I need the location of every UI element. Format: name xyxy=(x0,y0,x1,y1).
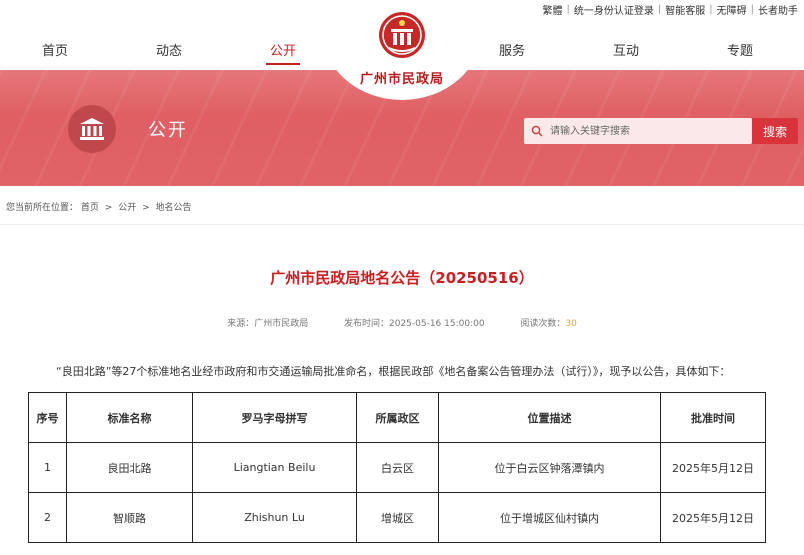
breadcrumb-place-name-notice[interactable]: 地名公告 xyxy=(156,203,192,213)
cell-index: 1 xyxy=(28,442,67,493)
views-count: 30 xyxy=(565,319,577,329)
search-input[interactable] xyxy=(550,120,740,142)
source-value: 广州市民政局 xyxy=(254,319,309,329)
cell-index: 2 xyxy=(28,492,67,543)
cell-standard-name: 良田北路 xyxy=(66,442,193,493)
source-label: 来源： xyxy=(227,319,255,329)
search-button[interactable]: 搜索 xyxy=(752,118,798,144)
divider: | xyxy=(566,4,570,15)
breadcrumb-separator: > xyxy=(104,203,113,213)
header-standard-name: 标准名称 xyxy=(66,392,193,443)
header-location: 位置描述 xyxy=(438,392,661,443)
unified-login-link[interactable]: 统一身份认证登录 xyxy=(574,2,654,17)
search-box[interactable] xyxy=(524,118,752,144)
nav-topics[interactable]: 专题 xyxy=(727,40,753,59)
nav-services[interactable]: 服务 xyxy=(499,40,525,59)
cell-approval-date: 2025年5月12日 xyxy=(660,492,766,543)
logo-title: 广州市民政局 xyxy=(359,72,444,87)
header-approval-date: 批准时间 xyxy=(660,392,766,443)
site-logo[interactable]: 广州市民政局 xyxy=(352,6,452,88)
breadcrumb-home[interactable]: 首页 xyxy=(81,203,99,213)
traditional-chinese-link[interactable]: 繁體 xyxy=(543,2,563,17)
divider: | xyxy=(657,4,662,15)
table-row: 1 良田北路 Liangtian Beilu 白云区 位于白云区钟落潭镇内 20… xyxy=(28,442,766,493)
nav-news[interactable]: 动态 xyxy=(156,40,182,59)
accessibility-link[interactable]: 无障碍 xyxy=(717,2,747,17)
smart-service-link[interactable]: 智能客服 xyxy=(665,2,705,17)
cell-location: 位于增城区仙村镇内 xyxy=(438,492,661,543)
cell-romanization: Zhishun Lu xyxy=(192,492,357,543)
table-row: 2 智顺路 Zhishun Lu 增城区 位于增城区仙村镇内 2025年5月12… xyxy=(28,492,766,543)
breadcrumb-prefix: 您当前所在位置： xyxy=(6,203,79,213)
search-icon xyxy=(524,118,550,144)
date-label: 发布时间： xyxy=(343,319,389,329)
date-value: 2025-05-16 15:00:00 xyxy=(388,319,485,329)
header-index: 序号 xyxy=(28,392,67,443)
cell-approval-date: 2025年5月12日 xyxy=(660,442,766,493)
government-building-icon xyxy=(68,105,116,153)
views-label: 阅读次数： xyxy=(520,319,566,329)
header-romanization: 罗马字母拼写 xyxy=(192,392,357,443)
cell-standard-name: 智顺路 xyxy=(66,492,193,543)
emblem-logo-icon xyxy=(379,12,425,58)
cell-district: 增城区 xyxy=(356,492,439,543)
breadcrumb-public[interactable]: 公开 xyxy=(118,203,136,213)
article-title: 广州市民政局地名公告（20250516） xyxy=(270,269,534,287)
breadcrumb: 您当前所在位置： 首页 > 公开 > 地名公告 xyxy=(6,200,192,213)
cell-district: 白云区 xyxy=(356,442,439,493)
nav-public[interactable]: 公开 xyxy=(265,40,301,65)
cell-romanization: Liangtian Beilu xyxy=(192,442,357,493)
nav-interaction[interactable]: 互动 xyxy=(613,40,639,59)
table-header-row: 序号 标准名称 罗马字母拼写 所属政区 位置描述 批准时间 xyxy=(28,392,766,443)
section-title: 公开 xyxy=(148,120,188,141)
header-district: 所属政区 xyxy=(356,392,439,443)
article-intro: “良田北路”等27个标准地名业经市政府和市交通运输局批准命名，根据民政部《地名备… xyxy=(56,365,731,378)
top-utility-links: 繁體 | 统一身份认证登录 | 智能客服 | 无障碍 | 长者助手 xyxy=(543,2,799,17)
place-name-table: 序号 标准名称 罗马字母拼写 所属政区 位置描述 批准时间 1 良田北路 Lia… xyxy=(28,392,766,543)
divider: | xyxy=(709,4,713,15)
elderly-assistant-link[interactable]: 长者助手 xyxy=(758,2,798,17)
divider: | xyxy=(750,4,754,15)
breadcrumb-separator: > xyxy=(142,203,150,213)
cell-location: 位于白云区钟落潭镇内 xyxy=(438,442,661,493)
article-content: 广州市民政局地名公告（20250516） 来源：广州市民政局 发布时间：2025… xyxy=(0,224,804,555)
nav-home[interactable]: 首页 xyxy=(42,40,68,59)
article-meta: 来源：广州市民政局 发布时间：2025-05-16 15:00:00 阅读次数：… xyxy=(0,316,804,329)
